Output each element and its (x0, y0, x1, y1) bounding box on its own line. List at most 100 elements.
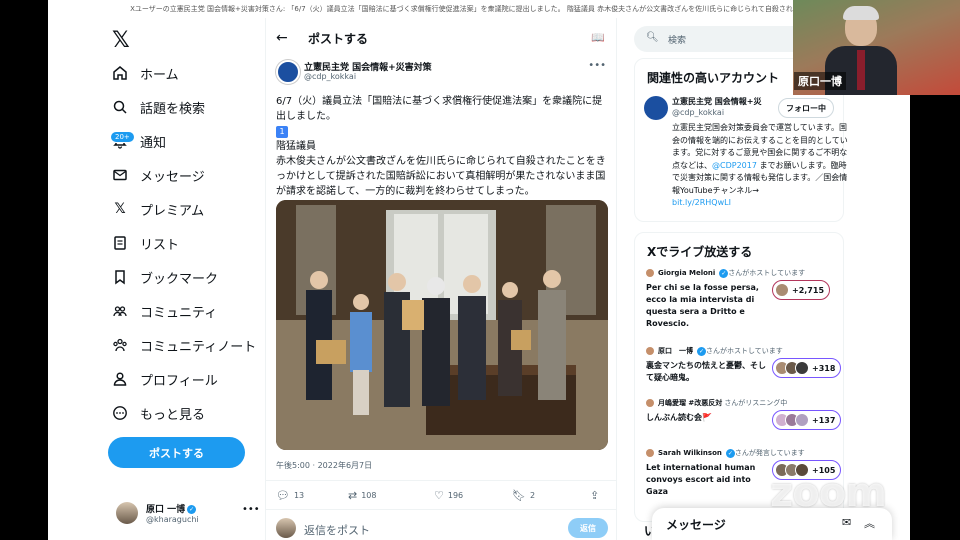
zoom-watermark: zoom (770, 470, 887, 516)
post-button[interactable]: ポストする (108, 437, 245, 468)
account-switcher[interactable]: 原口 一博 ✓ @kharaguchi ••• (116, 500, 260, 528)
account-name[interactable]: 立憲民主党 国会情報+災 (672, 96, 767, 107)
community-notes-icon (112, 337, 128, 353)
space-item[interactable]: Giorgia Meloni ✓ さんがホストしています Per chi se la… (646, 268, 836, 338)
bio-mention-link[interactable]: @CDP2017 (712, 161, 757, 170)
bookmark-icon: 🔖︎ (512, 489, 526, 502)
post-detail-column: ← ポストする 📖 立憲民主党 国会情報+災害対策 @cdp_kokkai ••… (265, 18, 617, 540)
more-horizontal-icon[interactable]: ••• (242, 504, 260, 515)
listener-count: +318 (812, 363, 836, 373)
x-logo-icon[interactable]: 𝕏 (112, 28, 130, 53)
post-photo[interactable] (276, 200, 608, 450)
avatar[interactable] (644, 96, 668, 120)
right-sidebar: 🔍︎ 検索 関連性の高いアカウント 立憲民主党 国会情報+災 @cdp_kokk… (634, 18, 848, 540)
keycap-number-badge: 1 (276, 126, 288, 138)
space-listeners[interactable]: +2,715 (772, 280, 831, 300)
heart-icon: ♡ (434, 489, 444, 502)
host-status: さんが発言しています (734, 449, 805, 457)
chevron-up-icon[interactable]: ︽ (864, 515, 875, 531)
reply-count: 13 (293, 491, 305, 500)
group-photo-illustration (276, 200, 608, 450)
host-avatar (646, 449, 654, 457)
bookmark-icon (112, 269, 128, 285)
host-avatar (646, 399, 654, 407)
search-icon: 🔍︎ (646, 32, 659, 43)
reply-submit-button[interactable]: 返信 (568, 518, 608, 538)
host-name: Sarah Wilkinson (658, 449, 722, 457)
nav-community-notes[interactable]: コミュニティノート (112, 330, 256, 360)
host-name: 原口 一博 (658, 347, 693, 355)
listener-avatar (795, 413, 809, 427)
post-text-line: 6/7（火）議員立法「国賠法に基づく求償権行使促進法案」を衆議院に提出しました。 (276, 96, 603, 122)
post-timestamp[interactable]: 午後5:00 · 2022年6月7日 (276, 460, 372, 471)
new-message-icon[interactable]: ✉ (842, 516, 851, 529)
account-handle: @cdp_kokkai (672, 108, 725, 117)
nav-home[interactable]: ホーム (112, 58, 179, 88)
reply-input[interactable]: 返信をポスト (304, 522, 370, 538)
mail-icon (112, 167, 128, 183)
x-logo-icon: 𝕏 (114, 201, 126, 217)
avatar[interactable] (276, 60, 300, 84)
repost-icon: ⇄ (348, 489, 358, 502)
profile-icon (112, 371, 128, 387)
post-text-line: 赤木俊夫さんが公文書改ざんを佐川氏らに命じられて自殺されたことをきっかけとして提… (276, 156, 606, 197)
reply-icon: 💬︎ (276, 489, 290, 502)
nav-label: 話題を検索 (140, 101, 206, 117)
author-handle[interactable]: @cdp_kokkai (304, 72, 356, 81)
space-listeners[interactable]: +318 (772, 358, 842, 378)
space-item[interactable]: 月嶋愛瑠 #改悪反対 さんがリスニング中 しんぶん読む会🚩 +137 (646, 398, 842, 438)
host-status: さんがリスニング中 (724, 399, 788, 407)
post-text: 6/7（火）議員立法「国賠法に基づく求償権行使促進法案」を衆議院に提出しました。… (276, 94, 609, 199)
verified-icon: ✓ (719, 268, 729, 278)
verified-icon: ✓ (187, 505, 197, 514)
reader-mode-icon[interactable]: 📖 (591, 31, 605, 44)
bio-url-link[interactable]: bit.ly/2RHQwLI (672, 198, 731, 207)
nav-label: リスト (140, 237, 180, 253)
list-icon (112, 235, 128, 251)
account-name-row: 原口 一博 ✓ (146, 502, 197, 515)
nav-premium[interactable]: 𝕏 プレミアム (112, 194, 204, 224)
messages-dock-title: メッセージ (666, 518, 726, 532)
nav-messages[interactable]: メッセージ (112, 160, 205, 190)
space-listeners[interactable]: +137 (772, 410, 842, 430)
space-item[interactable]: 原口 一博 ✓ さんがホストしています 裏金マンたちの怯えと憂鬱、そして疑心暗鬼。 … (646, 346, 842, 396)
nav-lists[interactable]: リスト (112, 228, 179, 258)
post-author[interactable]: 立憲民主党 国会情報+災害対策 @cdp_kokkai ••• (276, 60, 606, 90)
nav-explore[interactable]: 話題を検索 (112, 92, 205, 122)
like-count: 196 (447, 491, 464, 500)
more-icon (112, 405, 128, 421)
post-header: ← ポストする 📖 (266, 24, 616, 54)
more-horizontal-icon[interactable]: ••• (588, 60, 606, 71)
host-avatar (646, 347, 654, 355)
host-avatar (646, 269, 654, 277)
nav-bookmarks[interactable]: ブックマーク (112, 262, 218, 292)
host-status: さんがホストしています (706, 347, 783, 355)
community-icon (112, 303, 128, 319)
verified-icon: ✓ (697, 346, 706, 356)
like-button[interactable]: ♡ 196 (434, 489, 463, 502)
following-button[interactable]: フォロー中 (778, 98, 834, 118)
page-title: ポストする (308, 32, 369, 46)
bookmark-count: 2 (529, 491, 536, 500)
participant-name-label: 原口一博 (794, 72, 846, 90)
browser-viewport: Xユーザーの立憲民主党 国会情報+災害対策さん: 「6/7（火）議員立法「国賠法… (48, 0, 910, 540)
nav-label: コミュニティ (140, 305, 218, 321)
nav-label: ブックマーク (140, 271, 219, 287)
space-host: 月嶋愛瑠 #改悪反対 さんがリスニング中 (646, 398, 836, 408)
account-bio: 立憲民主党国会対策委員会で運営しています。国会の情報を端的にお伝えすることを目的… (672, 122, 850, 210)
nav-more[interactable]: もっと見る (112, 398, 205, 428)
host-status: さんがホストしています (728, 269, 806, 277)
reply-button[interactable]: 💬︎ 13 (276, 489, 304, 502)
panel-title: 関連性の高いアカウント (647, 71, 780, 85)
nav-label: メッセージ (140, 169, 205, 185)
nav-profile[interactable]: プロフィール (112, 364, 218, 394)
space-title: 裏金マンたちの怯えと憂鬱、そして疑心暗鬼。 (646, 361, 766, 382)
back-arrow-icon[interactable]: ← (276, 30, 288, 46)
share-button[interactable]: ⇪ (590, 489, 603, 502)
bookmark-button[interactable]: 🔖︎ 2 (512, 489, 535, 502)
participant-hair (843, 6, 879, 20)
nav-communities[interactable]: コミュニティ (112, 296, 217, 326)
listener-avatar (795, 361, 809, 375)
post-actions: 💬︎ 13 ⇄ 108 ♡ 196 🔖︎ 2 ⇪ (266, 480, 616, 510)
repost-button[interactable]: ⇄ 108 (348, 489, 377, 502)
